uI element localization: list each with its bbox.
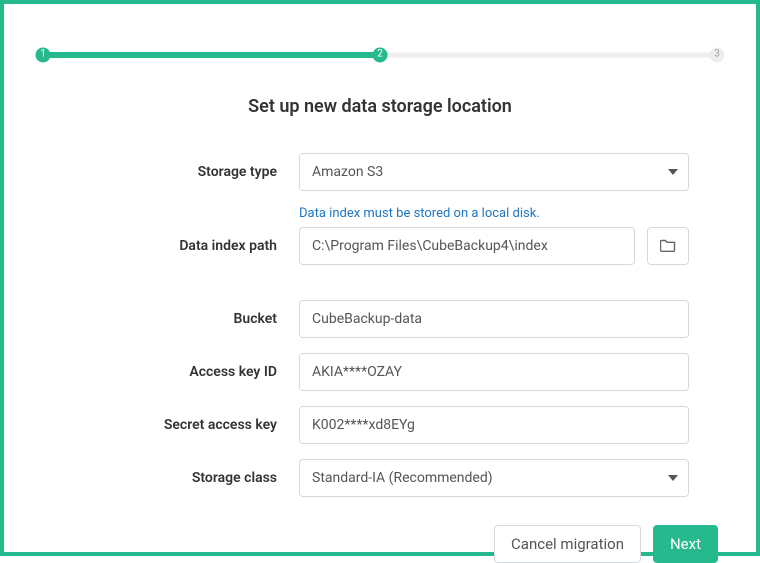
storage-class-row: Storage class Standard-IA (Recommended) <box>36 459 724 497</box>
progress-stepper: 1 2 3 <box>36 47 724 62</box>
secret-key-row: Secret access key <box>36 406 724 444</box>
secret-key-label: Secret access key <box>36 417 299 433</box>
index-hint: Data index must be stored on a local dis… <box>299 206 540 221</box>
action-bar: Cancel migration Next <box>36 525 724 563</box>
step-2-dot: 2 <box>373 47 388 62</box>
stepper-fill <box>36 52 380 58</box>
access-key-input[interactable] <box>299 353 689 391</box>
step-3-dot: 3 <box>710 47 725 62</box>
access-key-label: Access key ID <box>36 364 299 380</box>
secret-key-input[interactable] <box>299 406 689 444</box>
storage-type-label: Storage type <box>36 164 299 180</box>
storage-type-select[interactable]: Amazon S3 <box>299 153 689 191</box>
step-1-dot: 1 <box>36 47 51 62</box>
data-index-path-input[interactable] <box>299 227 635 265</box>
cancel-button[interactable]: Cancel migration <box>494 525 641 563</box>
browse-folder-button[interactable] <box>647 227 689 265</box>
data-index-path-row: Data index path <box>36 227 724 265</box>
data-index-path-label: Data index path <box>36 238 299 254</box>
bucket-input[interactable] <box>299 300 689 338</box>
wizard-frame: 1 2 3 Set up new data storage location S… <box>0 0 760 556</box>
bucket-label: Bucket <box>36 311 299 327</box>
folder-icon <box>660 238 676 255</box>
page-title: Set up new data storage location <box>36 96 724 117</box>
storage-class-select[interactable]: Standard-IA (Recommended) <box>299 459 689 497</box>
access-key-row: Access key ID <box>36 353 724 391</box>
storage-type-row: Storage type Amazon S3 <box>36 153 724 191</box>
bucket-row: Bucket <box>36 300 724 338</box>
storage-class-label: Storage class <box>36 470 299 486</box>
next-button[interactable]: Next <box>653 525 718 563</box>
index-hint-row: Data index must be stored on a local dis… <box>36 206 724 221</box>
